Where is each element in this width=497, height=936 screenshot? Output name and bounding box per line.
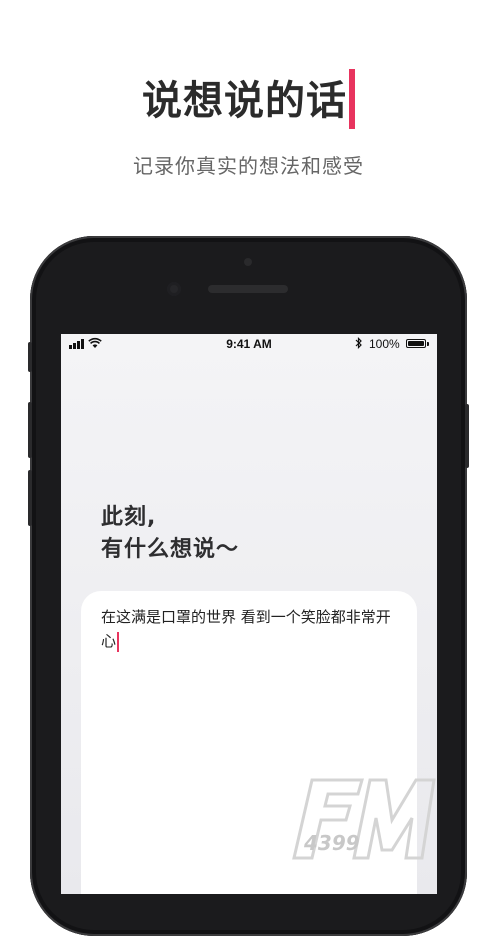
entry-text: 在这满是口罩的世界 看到一个笑脸都非常开心 (101, 608, 391, 650)
text-cursor (117, 631, 120, 652)
earpiece-speaker (208, 285, 288, 293)
promo-subheadline: 记录你真实的想法和感受 (133, 154, 364, 178)
status-bar: 9:41 AM 100% (61, 334, 437, 354)
proximity-sensor (244, 258, 252, 266)
battery-icon (406, 339, 429, 348)
battery-percent: 100% (369, 337, 400, 351)
watermark-logo: 4399 (292, 778, 436, 860)
headline-cursor-bar (349, 69, 355, 129)
phone-side-button-left-top (28, 342, 32, 372)
promo-headline: 说想说的话 (0, 68, 497, 133)
bluetooth-icon (355, 337, 362, 349)
prompt-line-1: 此刻, (101, 505, 157, 530)
phone-power-button (465, 404, 469, 468)
headline-text: 说想说的话 (142, 78, 347, 124)
prompt-heading: 此刻, 有什么想说～ (101, 502, 239, 566)
phone-volume-down-button (28, 470, 32, 526)
prompt-line-2: 有什么想说～ (101, 537, 240, 562)
entry-text-area[interactable]: 在这满是口罩的世界 看到一个笑脸都非常开心 (101, 605, 401, 653)
front-camera (167, 282, 181, 296)
phone-volume-up-button (28, 402, 32, 458)
watermark-number: 4399 (303, 831, 360, 855)
